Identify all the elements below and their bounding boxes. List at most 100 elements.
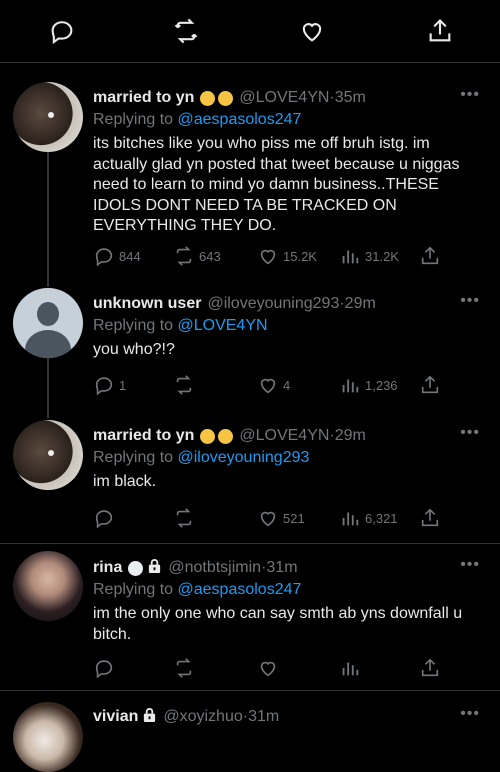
lock-icon xyxy=(147,558,162,578)
share-button[interactable] xyxy=(419,372,441,398)
like-button[interactable]: 15.2K xyxy=(257,243,317,269)
share-button[interactable] xyxy=(419,243,441,269)
display-name[interactable]: unknown user xyxy=(93,295,201,313)
display-name[interactable]: rina xyxy=(93,559,122,577)
mention-link[interactable]: @aespasolos247 xyxy=(178,581,302,598)
emoji-icon xyxy=(218,90,234,106)
like-button[interactable]: 4 xyxy=(257,372,290,398)
like-count: 521 xyxy=(283,510,305,526)
timestamp[interactable]: 31m xyxy=(248,708,279,726)
like-icon xyxy=(260,661,276,677)
retweet-count: 643 xyxy=(199,248,221,264)
timestamp[interactable]: 31m xyxy=(266,559,297,577)
replying-label: Replying to xyxy=(93,449,178,466)
tweet-text: you who?!? xyxy=(93,341,175,358)
views-icon xyxy=(342,250,359,264)
views-icon xyxy=(342,662,359,676)
replying-to: Replying to @aespasolos247 xyxy=(93,581,301,599)
tweet-text: im black. xyxy=(93,473,157,490)
handle[interactable]: @iloveyouning293 xyxy=(207,295,339,313)
emoji-icon xyxy=(218,428,234,444)
like-button[interactable] xyxy=(257,655,279,681)
timestamp[interactable]: 35m xyxy=(335,89,366,107)
share-icon xyxy=(421,375,439,394)
tweet-header: vivian @xoyizhuo · 31m xyxy=(93,705,279,729)
handle[interactable]: @LOVE4YN xyxy=(239,427,329,445)
like-button[interactable]: 521 xyxy=(257,505,305,531)
share-icon xyxy=(421,246,439,265)
mention-link[interactable]: @aespasolos247 xyxy=(178,111,302,128)
retweet-icon[interactable] xyxy=(172,17,200,45)
emoji-icon xyxy=(128,560,144,576)
more-icon[interactable]: ••• xyxy=(460,424,480,442)
reply-icon[interactable] xyxy=(48,17,76,45)
share-button[interactable] xyxy=(419,505,441,531)
tweet-actions: 521 6,321 xyxy=(93,505,448,531)
timestamp[interactable]: 29m xyxy=(335,427,366,445)
reply-button[interactable]: 1 xyxy=(93,372,126,398)
view-count: 1,236 xyxy=(365,377,398,393)
avatar[interactable] xyxy=(13,702,83,772)
more-icon[interactable]: ••• xyxy=(460,86,480,104)
retweet-icon xyxy=(176,658,192,678)
display-name[interactable]: married to yn xyxy=(93,89,194,107)
display-name[interactable]: married to yn xyxy=(93,427,194,445)
retweet-icon xyxy=(176,508,192,528)
like-count: 4 xyxy=(283,377,291,393)
like-icon xyxy=(260,249,276,265)
replying-to: Replying to @LOVE4YN xyxy=(93,317,268,335)
replying-to: Replying to @iloveyouning293 xyxy=(93,449,309,467)
more-icon[interactable]: ••• xyxy=(460,292,480,310)
share-button[interactable] xyxy=(419,655,441,681)
like-icon[interactable] xyxy=(298,17,326,45)
share-icon[interactable] xyxy=(426,17,454,45)
reply-button[interactable] xyxy=(93,655,115,681)
retweet-button[interactable] xyxy=(173,505,195,531)
handle[interactable]: @notbtsjimin xyxy=(168,559,261,577)
display-name[interactable]: vivian xyxy=(93,708,138,726)
like-icon xyxy=(260,511,276,527)
view-count: 6,321 xyxy=(365,510,398,526)
reply-icon xyxy=(95,510,113,529)
reply-icon xyxy=(95,660,113,679)
views-icon xyxy=(342,512,359,526)
avatar[interactable] xyxy=(13,82,83,152)
tweet-actions: 844 643 15.2K 31.2K xyxy=(93,243,448,269)
retweet-button[interactable] xyxy=(173,655,195,681)
handle[interactable]: @xoyizhuo xyxy=(163,708,242,726)
emoji-icon xyxy=(200,428,216,444)
retweet-icon xyxy=(176,375,192,395)
replying-to: Replying to @aespasolos247 xyxy=(93,111,301,129)
retweet-icon xyxy=(176,246,192,266)
tweet-text: im the only one who can say smth ab yns … xyxy=(93,605,463,643)
retweet-button[interactable]: 643 xyxy=(173,243,221,269)
replying-label: Replying to xyxy=(93,111,178,128)
tweet-header: unknown user @iloveyouning293 · 29m xyxy=(93,292,376,316)
reply-button[interactable] xyxy=(93,505,115,531)
views-button[interactable] xyxy=(339,655,361,681)
like-icon xyxy=(260,378,276,394)
divider xyxy=(0,543,500,544)
views-button[interactable]: 6,321 xyxy=(339,505,398,531)
more-icon[interactable]: ••• xyxy=(460,556,480,574)
retweet-button[interactable] xyxy=(173,372,195,398)
mention-link[interactable]: @LOVE4YN xyxy=(178,317,268,334)
reply-icon xyxy=(95,377,113,396)
reply-count: 1 xyxy=(119,377,127,393)
avatar[interactable] xyxy=(13,551,83,621)
views-icon xyxy=(342,379,359,393)
tweet-actions: 1 4 1,236 xyxy=(93,372,448,398)
more-icon[interactable]: ••• xyxy=(460,705,480,723)
handle[interactable]: @LOVE4YN xyxy=(239,89,329,107)
tweet-header: rina @notbtsjimin · 31m xyxy=(93,556,298,580)
divider xyxy=(0,690,500,691)
views-button[interactable]: 31.2K xyxy=(339,243,399,269)
emoji-icon xyxy=(200,90,216,106)
views-button[interactable]: 1,236 xyxy=(339,372,398,398)
avatar[interactable] xyxy=(13,288,83,358)
avatar[interactable] xyxy=(13,420,83,490)
share-icon xyxy=(421,508,439,527)
reply-button[interactable]: 844 xyxy=(93,243,141,269)
timestamp[interactable]: 29m xyxy=(345,295,376,313)
mention-link[interactable]: @iloveyouning293 xyxy=(178,449,310,466)
